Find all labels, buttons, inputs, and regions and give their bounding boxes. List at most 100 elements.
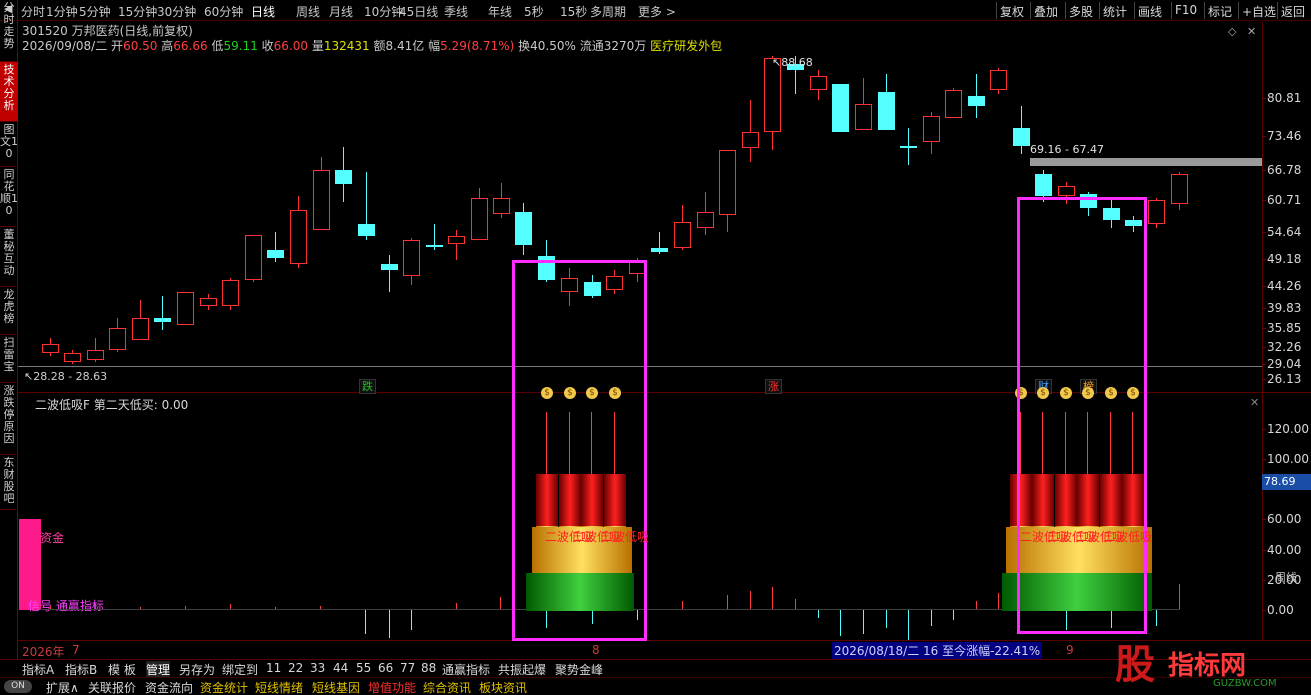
toolbar-button-1[interactable]: 叠加 — [1034, 3, 1058, 20]
period-tab-10[interactable]: 45日线 — [399, 3, 438, 20]
bar2-item-6[interactable]: 综合资讯 — [423, 679, 471, 695]
bar2-item-0[interactable]: 关联报价 — [88, 679, 136, 695]
period-tab-4[interactable]: 30分钟 — [157, 3, 196, 20]
bottom-tab-5[interactable]: 绑定到 — [222, 661, 258, 678]
bar2-item-5[interactable]: 增值功能 — [368, 679, 416, 695]
date-axis: 2026年 7 8 9 — [22, 643, 1074, 660]
toolbar-button-8[interactable]: 返回 — [1281, 3, 1305, 20]
corner-period-label: 周线 — [1275, 571, 1297, 584]
bottom-tab-14[interactable]: 通赢指标 — [442, 661, 490, 678]
sidebar-tab-7[interactable]: 涨跌停原因 — [0, 383, 18, 455]
bottom-tab-6[interactable]: 11 — [266, 661, 281, 675]
period-tab-1[interactable]: 1分钟 — [46, 3, 78, 20]
bottom-tab-11[interactable]: 66 — [378, 661, 393, 675]
period-tab-9[interactable]: 10分钟 — [364, 3, 403, 20]
price-axis-label: 49.18 — [1267, 252, 1302, 266]
candle-body — [403, 240, 420, 276]
toolbar-button-2[interactable]: 多股 — [1069, 3, 1093, 20]
event-marker-0[interactable]: 跌 — [359, 379, 376, 394]
bar2-item-2[interactable]: 资金统计 — [200, 679, 248, 695]
indicator-title[interactable]: 二波低吸F 第二天低买: 0.00 — [35, 396, 188, 413]
price-axis-label: 44.26 — [1267, 279, 1302, 293]
bottom-tab-3[interactable]: 管理 — [146, 661, 171, 678]
indicator-name[interactable]: 二波低吸F — [35, 398, 90, 412]
period-tab-11[interactable]: 季线 — [444, 3, 468, 20]
candle-body — [1035, 174, 1052, 196]
indicator-bar — [976, 601, 977, 609]
indicator-bar — [1156, 610, 1157, 626]
sidebar-tab-1[interactable]: 技术分析 — [0, 62, 18, 122]
diamond-icon[interactable]: ◇ — [1228, 25, 1236, 38]
candle-body — [832, 84, 849, 132]
indicator-axis-label: 100.00 — [1267, 452, 1309, 466]
sidebar-tab-8[interactable]: 东财股吧 — [0, 455, 18, 510]
period-tab-8[interactable]: 月线 — [329, 3, 353, 20]
watermark-logo-char: 股 — [1115, 641, 1155, 688]
candle-body — [64, 353, 81, 362]
float-value: 流通3270万 — [579, 39, 647, 53]
indicator-bar — [886, 610, 887, 628]
period-tab-12[interactable]: 年线 — [488, 3, 512, 20]
period-tab-14[interactable]: 15秒 — [560, 3, 587, 20]
sidebar-tab-4[interactable]: 董秘互动 — [0, 227, 18, 287]
bottom-tab-16[interactable]: 聚势金峰 — [555, 661, 603, 678]
bottom-tab-1[interactable]: 指标B — [65, 661, 97, 678]
candle-body — [448, 236, 465, 244]
bottom-tab-2[interactable]: 模 板 — [108, 661, 136, 678]
period-tab-16[interactable]: 更多 > — [638, 3, 676, 20]
candle-body — [290, 210, 307, 264]
sidebar-tab-5[interactable]: 龙虎榜 — [0, 287, 18, 335]
bar2-item-4[interactable]: 短线基因 — [312, 679, 360, 695]
bar2-item-3[interactable]: 短线情绪 — [255, 679, 303, 695]
signal-label-left: 二波低吸二波低吸二波低吸 — [545, 528, 649, 545]
high-label: 高 — [161, 39, 174, 53]
period-tab-0[interactable]: 分时 — [21, 3, 45, 20]
toolbar-button-0[interactable]: 复权 — [1000, 3, 1024, 20]
price-axis-label: 26.13 — [1267, 372, 1302, 386]
sector-link[interactable]: 医疗研发外包 — [650, 39, 722, 53]
toolbar-button-4[interactable]: 画线 — [1138, 3, 1162, 20]
expand-button[interactable]: 扩展∧ — [46, 679, 79, 695]
period-tab-2[interactable]: 5分钟 — [79, 3, 111, 20]
price-axis-tick — [1262, 170, 1266, 171]
close-icon[interactable]: ✕ — [1247, 25, 1256, 38]
indicator-bar — [795, 599, 796, 609]
bottom-tab-15[interactable]: 共振起爆 — [498, 661, 546, 678]
quote-date: 2026/09/08/二 — [22, 39, 108, 53]
sidebar-tab-2[interactable]: 图文10 — [0, 122, 18, 167]
toggle-switch[interactable]: ON — [4, 680, 32, 693]
toolbar-button-5[interactable]: F10 — [1175, 3, 1197, 17]
period-tab-7[interactable]: 周线 — [296, 3, 320, 20]
sidebar-tab-6[interactable]: 扫雷宝 — [0, 335, 18, 383]
price-axis-label: 80.81 — [1267, 91, 1302, 105]
event-marker-1[interactable]: 涨 — [765, 379, 782, 394]
period-tab-6[interactable]: 日线 — [251, 3, 275, 20]
toolbar-button-3[interactable]: 统计 — [1103, 3, 1127, 20]
indicator-bar — [500, 597, 501, 609]
bottom-tab-10[interactable]: 55 — [356, 661, 371, 675]
period-tab-15[interactable]: 多周期 — [590, 3, 626, 20]
period-tab-5[interactable]: 60分钟 — [204, 3, 243, 20]
indicator-bar — [818, 610, 819, 618]
toolbar-button-6[interactable]: 标记 — [1208, 3, 1232, 20]
period-tab-13[interactable]: 5秒 — [524, 3, 544, 20]
bottom-tab-13[interactable]: 88 — [421, 661, 436, 675]
indicator-bar — [50, 606, 51, 609]
sidebar-tab-0[interactable]: 分时走势 — [0, 0, 18, 62]
toolbar-button-7[interactable]: +自选 — [1242, 3, 1276, 20]
indicator-close-icon[interactable]: ✕ — [1250, 396, 1259, 409]
bottom-tab-9[interactable]: 44 — [333, 661, 348, 675]
bar2-item-1[interactable]: 资金流向 — [145, 679, 193, 695]
indicator-axis-tick — [1262, 429, 1266, 430]
indicator-axis-tick — [1262, 459, 1266, 460]
candle-body — [990, 70, 1007, 90]
bottom-tab-0[interactable]: 指标A — [22, 661, 54, 678]
bar2-item-7[interactable]: 板块资讯 — [479, 679, 527, 695]
bottom-tab-8[interactable]: 33 — [310, 661, 325, 675]
sidebar-tab-3[interactable]: 同花顺10 — [0, 167, 18, 227]
bottom-tab-4[interactable]: 另存为 — [179, 661, 215, 678]
bottom-tab-12[interactable]: 77 — [400, 661, 415, 675]
period-tab-3[interactable]: 15分钟 — [118, 3, 157, 20]
signal-legend-text: 信号 通赢指标 — [28, 599, 104, 613]
bottom-tab-7[interactable]: 22 — [288, 661, 303, 675]
